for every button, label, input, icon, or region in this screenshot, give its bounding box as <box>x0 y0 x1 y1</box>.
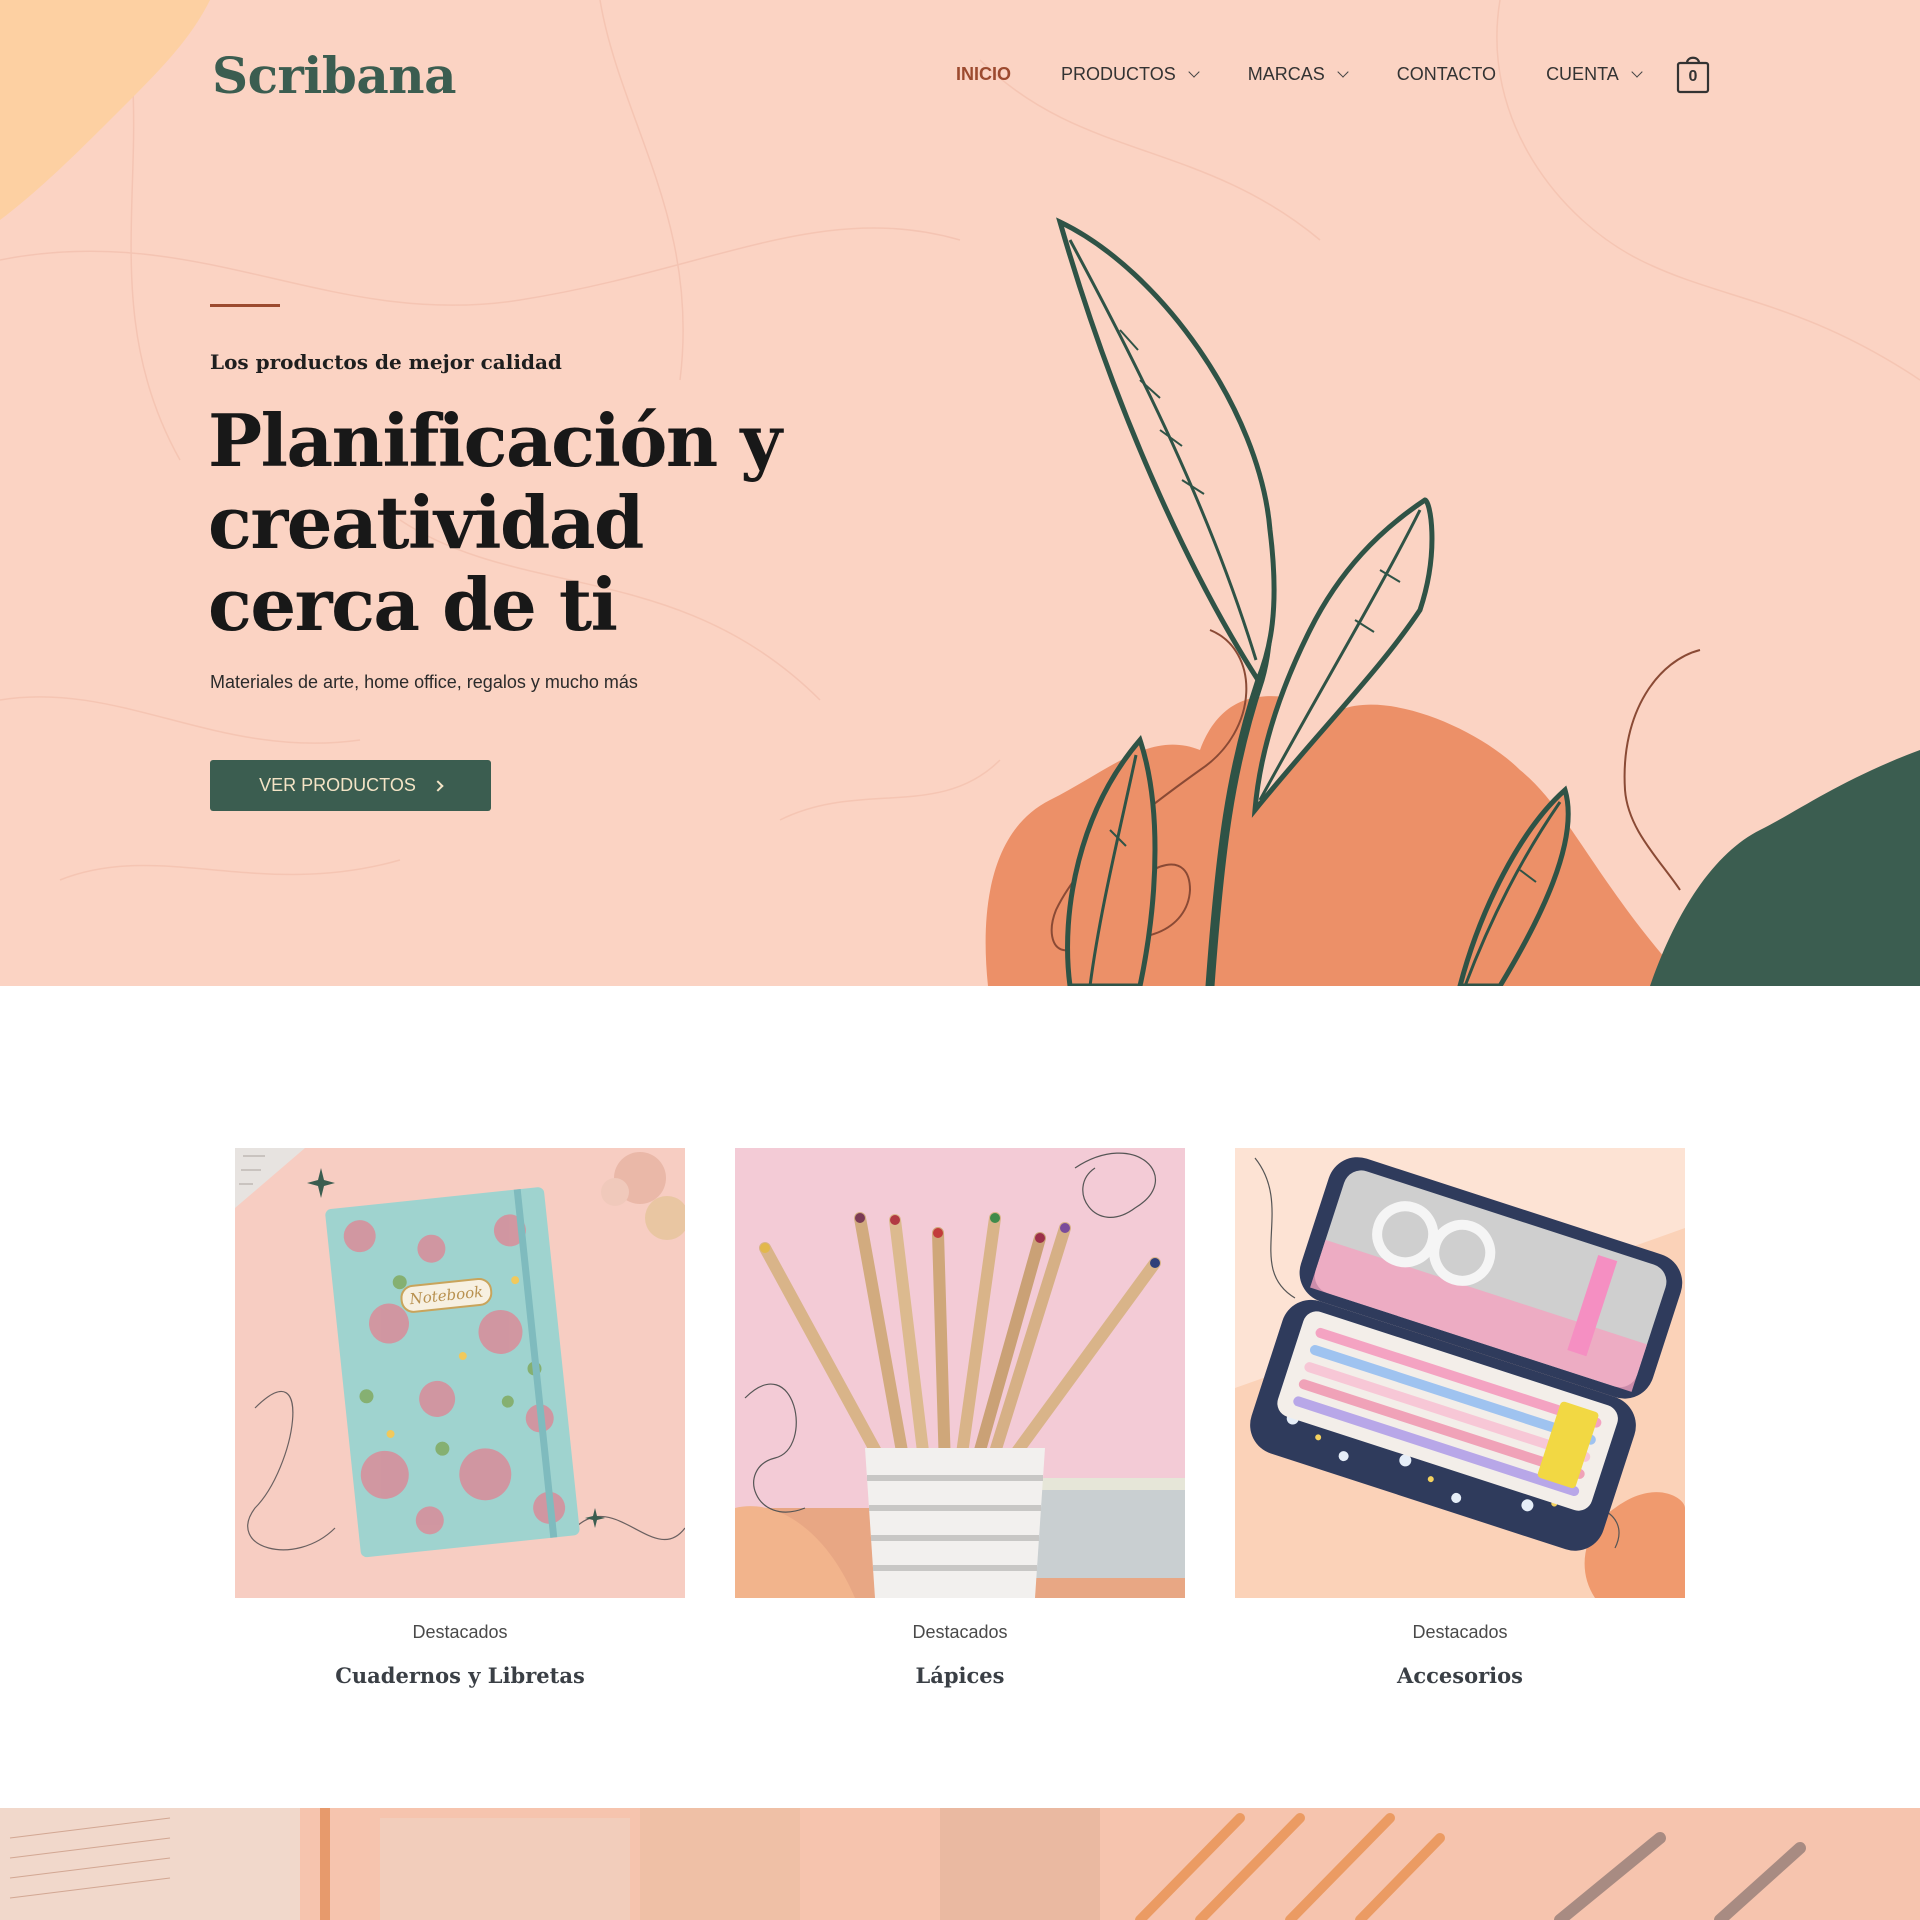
colored-pencils-image <box>735 1148 1185 1598</box>
promo-band-background <box>0 1808 1920 1920</box>
nav-item-cuenta[interactable]: CUENTA <box>1546 64 1643 85</box>
leaf-illustration <box>985 217 1920 986</box>
hero-eyebrow: Los productos de mejor calidad <box>210 350 562 374</box>
nav-item-label: CUENTA <box>1546 64 1619 84</box>
hero-title: Planificación y creatividad cerca de ti <box>208 398 782 647</box>
hero-section: Scribana INICIO PRODUCTOS MARCAS CONTACT… <box>0 0 1920 986</box>
floral-notebook-image: Notebook <box>235 1148 685 1598</box>
featured-categories: Notebook Destacados Cuadernos y Libretas <box>0 986 1920 1808</box>
category-card-accessories[interactable]: Destacados Accesorios <box>1235 1148 1685 1688</box>
chevron-right-icon <box>432 779 444 792</box>
hero-divider <box>210 304 280 307</box>
button-label: VER PRODUCTOS <box>259 775 416 795</box>
cart-button[interactable]: 0 <box>1676 54 1710 94</box>
category-card-notebooks[interactable]: Notebook Destacados Cuadernos y Libretas <box>235 1148 685 1688</box>
chevron-down-icon <box>1337 66 1349 78</box>
hero-subtitle: Materiales de arte, home office, regalos… <box>210 672 638 692</box>
pencil-case-image <box>1235 1148 1685 1598</box>
card-kicker: Destacados <box>412 1622 508 1642</box>
chevron-down-icon <box>1631 66 1643 78</box>
card-title[interactable]: Accesorios <box>1235 1663 1685 1688</box>
nav-item-label: CONTACTO <box>1396 64 1497 84</box>
nav-item-productos[interactable]: PRODUCTOS <box>1061 64 1200 85</box>
nav-item-marcas[interactable]: MARCAS <box>1247 64 1349 85</box>
card-title[interactable]: Lápices <box>735 1663 1185 1688</box>
nav-item-label: PRODUCTOS <box>1061 64 1176 84</box>
view-products-button[interactable]: VER PRODUCTOS <box>210 760 491 811</box>
nav-item-label: INICIO <box>956 64 1012 84</box>
site-header: Scribana INICIO PRODUCTOS MARCAS CONTACT… <box>0 0 1920 150</box>
cart-count-badge: 0 <box>1688 68 1698 85</box>
category-card-pencils[interactable]: Destacados Lápices <box>735 1148 1185 1688</box>
site-logo[interactable]: Scribana <box>212 46 457 105</box>
main-nav: INICIO PRODUCTOS MARCAS CONTACTO CUENTA <box>956 64 1691 85</box>
nav-item-inicio[interactable]: INICIO <box>956 64 1011 85</box>
stationery-photo-background <box>0 1808 1920 1920</box>
card-kicker: Destacados <box>912 1622 1008 1642</box>
nav-item-contacto[interactable]: CONTACTO <box>1397 64 1496 85</box>
nav-item-label: MARCAS <box>1247 64 1325 84</box>
card-title[interactable]: Cuadernos y Libretas <box>235 1663 685 1688</box>
card-kicker: Destacados <box>1412 1622 1508 1642</box>
chevron-down-icon <box>1188 66 1200 78</box>
